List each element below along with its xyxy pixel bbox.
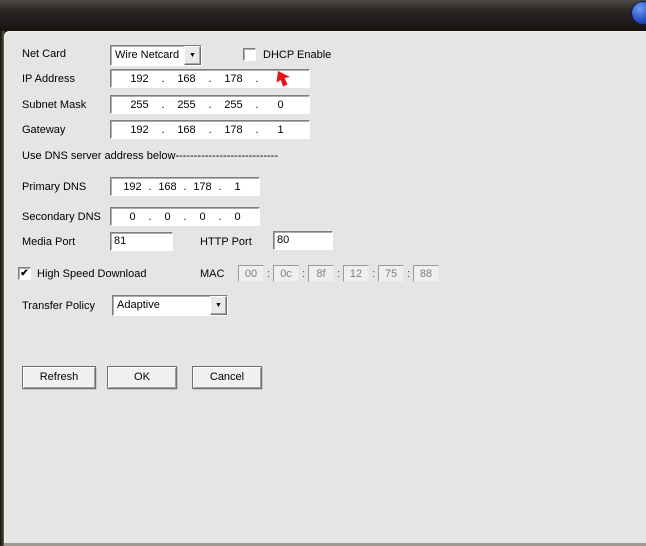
subnet-octet-1[interactable]: 255 bbox=[120, 99, 160, 111]
transfer-policy-selected-value: Adaptive bbox=[113, 296, 210, 315]
subnet-mask-field[interactable]: 255 . 255 . 255 . 0 bbox=[110, 95, 310, 114]
titlebar-gloss bbox=[0, 0, 646, 10]
checkmark-icon: ✔ bbox=[20, 269, 28, 279]
network-settings-window: Net Card Wire Netcard ▼ DHCP Enable IP A… bbox=[0, 0, 646, 546]
media-port-label: Media Port bbox=[22, 236, 75, 248]
gateway-octet-4[interactable]: 1 bbox=[261, 124, 301, 136]
gateway-label: Gateway bbox=[22, 124, 65, 136]
high-speed-download-label: High Speed Download bbox=[37, 268, 146, 280]
mac-colon: : bbox=[334, 268, 343, 280]
dhcp-label: DHCP Enable bbox=[263, 49, 331, 61]
secondary-dns-label: Secondary DNS bbox=[22, 211, 101, 223]
pdns-octet-2[interactable]: 168 bbox=[154, 181, 182, 193]
sdns-octet-2[interactable]: 0 bbox=[154, 211, 182, 223]
net-card-dropdown[interactable]: Wire Netcard ▼ bbox=[110, 45, 202, 66]
ok-button[interactable]: OK bbox=[107, 366, 177, 389]
primary-dns-label: Primary DNS bbox=[22, 181, 86, 193]
mac-label: MAC bbox=[200, 268, 224, 280]
subnet-dot: . bbox=[254, 99, 261, 111]
refresh-button[interactable]: Refresh bbox=[22, 366, 96, 389]
ip-dot: . bbox=[254, 73, 261, 85]
pdns-dot: . bbox=[182, 181, 189, 193]
cancel-button[interactable]: Cancel bbox=[192, 366, 262, 389]
mac-colon: : bbox=[264, 268, 273, 280]
media-port-field[interactable]: 81 bbox=[110, 232, 173, 251]
subnet-dot: . bbox=[207, 99, 214, 111]
pdns-octet-1[interactable]: 192 bbox=[119, 181, 147, 193]
sdns-dot: . bbox=[147, 211, 154, 223]
dialog-left-frame bbox=[0, 27, 4, 546]
subnet-octet-2[interactable]: 255 bbox=[167, 99, 207, 111]
dns-section-header: Use DNS server address below------------… bbox=[22, 150, 278, 162]
gateway-octet-2[interactable]: 168 bbox=[167, 124, 207, 136]
net-card-dropdown-arrow-icon[interactable]: ▼ bbox=[184, 46, 201, 65]
primary-dns-field[interactable]: 192 . 168 . 178 . 1 bbox=[110, 177, 260, 196]
dhcp-checkbox[interactable] bbox=[243, 48, 256, 61]
red-mouse-cursor-icon bbox=[275, 70, 295, 88]
pdns-dot: . bbox=[217, 181, 224, 193]
mac-segment-2: 0c bbox=[273, 265, 299, 282]
http-port-field[interactable]: 80 bbox=[273, 231, 333, 250]
subnet-dot: . bbox=[160, 99, 167, 111]
ip-octet-3[interactable]: 178 bbox=[214, 73, 254, 85]
mac-colon: : bbox=[299, 268, 308, 280]
pdns-dot: . bbox=[147, 181, 154, 193]
mac-address-group: 00 : 0c : 8f : 12 : 75 : 88 bbox=[238, 265, 439, 282]
sdns-dot: . bbox=[182, 211, 189, 223]
ip-dot: . bbox=[207, 73, 214, 85]
gateway-octet-3[interactable]: 178 bbox=[214, 124, 254, 136]
net-card-label: Net Card bbox=[22, 48, 66, 60]
sdns-dot: . bbox=[217, 211, 224, 223]
ip-address-label: IP Address bbox=[22, 73, 75, 85]
mac-segment-1: 00 bbox=[238, 265, 264, 282]
mac-segment-4: 12 bbox=[343, 265, 369, 282]
transfer-policy-dropdown-arrow-icon[interactable]: ▼ bbox=[210, 296, 227, 315]
ip-octet-1[interactable]: 192 bbox=[120, 73, 160, 85]
mac-segment-6: 88 bbox=[413, 265, 439, 282]
gateway-octet-1[interactable]: 192 bbox=[120, 124, 160, 136]
gateway-dot: . bbox=[207, 124, 214, 136]
transfer-policy-label: Transfer Policy bbox=[22, 300, 95, 312]
gateway-dot: . bbox=[254, 124, 261, 136]
mac-segment-5: 75 bbox=[378, 265, 404, 282]
sdns-octet-4[interactable]: 0 bbox=[224, 211, 252, 223]
transfer-policy-dropdown[interactable]: Adaptive ▼ bbox=[112, 295, 228, 316]
gateway-field[interactable]: 192 . 168 . 178 . 1 bbox=[110, 120, 310, 139]
dialog-panel bbox=[0, 27, 646, 546]
mac-colon: : bbox=[404, 268, 413, 280]
subnet-octet-4[interactable]: 0 bbox=[261, 99, 301, 111]
mac-colon: : bbox=[369, 268, 378, 280]
titlebar bbox=[0, 0, 646, 31]
ip-dot: . bbox=[160, 73, 167, 85]
pdns-octet-3[interactable]: 178 bbox=[189, 181, 217, 193]
sdns-octet-3[interactable]: 0 bbox=[189, 211, 217, 223]
subnet-mask-label: Subnet Mask bbox=[22, 99, 86, 111]
subnet-octet-3[interactable]: 255 bbox=[214, 99, 254, 111]
ip-octet-2[interactable]: 168 bbox=[167, 73, 207, 85]
secondary-dns-field[interactable]: 0 . 0 . 0 . 0 bbox=[110, 207, 260, 226]
high-speed-download-checkbox[interactable]: ✔ bbox=[18, 267, 31, 280]
sdns-octet-1[interactable]: 0 bbox=[119, 211, 147, 223]
http-port-label: HTTP Port bbox=[200, 236, 252, 248]
pdns-octet-4[interactable]: 1 bbox=[224, 181, 252, 193]
mac-segment-3: 8f bbox=[308, 265, 334, 282]
net-card-selected-value: Wire Netcard bbox=[111, 46, 184, 65]
gateway-dot: . bbox=[160, 124, 167, 136]
ip-address-field[interactable]: 192 . 168 . 178 . bbox=[110, 69, 310, 88]
